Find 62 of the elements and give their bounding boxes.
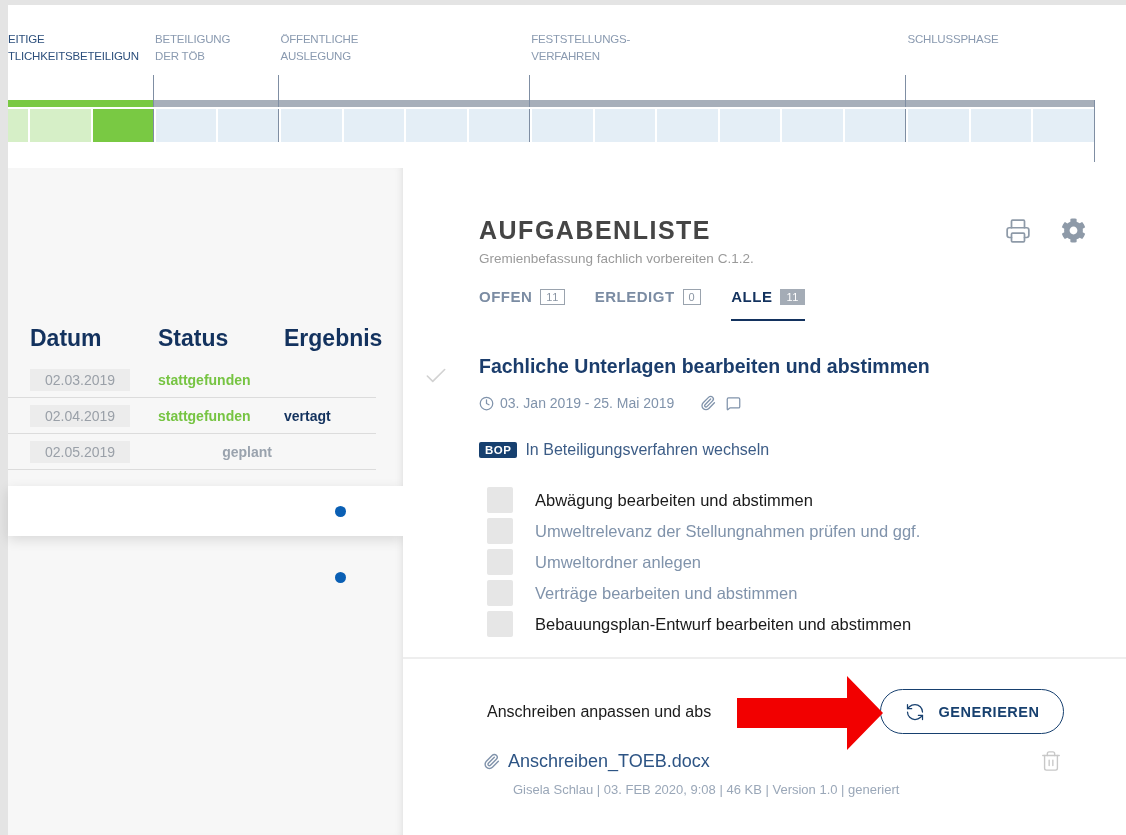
timeline-step xyxy=(156,109,217,142)
status-cell-text: geplant xyxy=(221,443,272,460)
file-link[interactable]: Anschreiben_TOEB.docx xyxy=(508,750,710,772)
checklist-label: Verträge bearbeiten und abstimmen xyxy=(535,583,798,603)
checkbox[interactable] xyxy=(487,611,513,637)
refresh-icon xyxy=(904,701,925,722)
timeline-step xyxy=(406,109,467,142)
task-title: Fachliche Unterlagen bearbeiten und abstimmen xyxy=(479,354,930,378)
checklist-label: Umweltrelevanz der Stellungnahmen prüfen und ggf. xyxy=(535,521,921,541)
timeline-step xyxy=(343,109,405,142)
column-header: Ergebnis xyxy=(284,325,384,352)
file-meta: Gisela Schlau | 03. FEB 2020, 9:08 | 46 KB | Version 1.0 | generiert xyxy=(513,782,901,797)
checklist-label: Umweltordner anlegen xyxy=(535,552,701,572)
delete-icon[interactable] xyxy=(1040,750,1062,772)
print-icon[interactable] xyxy=(1005,217,1031,244)
date-cell: 02.04.2019 xyxy=(30,404,130,427)
filter-tab[interactable]: ERLEDIGT 0 xyxy=(594,282,702,321)
timeline-step xyxy=(1033,109,1094,142)
comment-icon[interactable] xyxy=(726,395,742,411)
paperclip-icon xyxy=(483,752,500,770)
checklist-label: Bebauungsplan-Entwurf bearbeiten und abstimmen xyxy=(535,614,912,634)
phase-label[interactable]: FESTSTELLUNGS- VERFAHREN xyxy=(529,31,906,71)
status-cell-text: stattgefunden xyxy=(158,371,252,388)
paperclip-icon[interactable] xyxy=(700,395,717,411)
timeline-step xyxy=(719,109,781,142)
timeline-step xyxy=(908,109,969,142)
phase-label[interactable]: EITIGE TLICHKEITSBETEILIGUN xyxy=(8,31,154,71)
phase-label[interactable]: BETEILIGUNG DER TÖB xyxy=(153,31,279,71)
panel-title: AUFGABENLISTE xyxy=(479,216,711,245)
column-header: Status xyxy=(158,325,230,352)
timeline-step xyxy=(657,109,718,142)
status-dot xyxy=(335,505,346,517)
timeline-step xyxy=(468,109,530,142)
panel-subtitle: Gremienbefassung fachlich vorbereiten C.1.2. xyxy=(479,251,755,266)
timeline-step xyxy=(844,109,906,142)
phase-label[interactable]: SCHLUSSPHASE xyxy=(905,31,1094,71)
phase-label[interactable]: ÖFFENTLICHE AUSLEGUNG xyxy=(278,31,530,71)
date-cell: 02.05.2019 xyxy=(30,440,130,463)
result-cell-text: vertagt xyxy=(284,407,332,424)
list-row[interactable] xyxy=(8,486,403,536)
timeline-step xyxy=(92,109,154,142)
filter-tab[interactable]: ALLE 11 xyxy=(731,282,805,321)
letter-label: Anschreiben anpassen und abs xyxy=(487,702,712,721)
timeline-step xyxy=(281,109,342,142)
generate-button[interactable]: GENERIEREN xyxy=(880,689,1064,734)
status-cell-text: stattgefunden xyxy=(158,407,252,424)
action-link[interactable]: In Beteiligungsverfahren wechseln xyxy=(525,441,770,459)
column-header: Datum xyxy=(30,325,103,352)
timeline-step xyxy=(970,109,1032,142)
bop-badge: BOP xyxy=(479,442,518,458)
checkbox[interactable] xyxy=(487,487,513,513)
timeline-step xyxy=(594,109,656,142)
task-dates: 03. Jan 2019 - 25. Mai 2019 xyxy=(500,395,675,411)
clock-icon xyxy=(479,395,494,411)
status-dot xyxy=(335,571,346,583)
timeline-step xyxy=(782,109,843,142)
timeline-step xyxy=(532,109,593,142)
checklist-label: Abwägung bearbeiten und abstimmen xyxy=(535,490,813,510)
filter-tab[interactable]: OFFEN 11 xyxy=(479,282,565,321)
timeline-step xyxy=(218,109,279,142)
date-cell: 02.03.2019 xyxy=(30,368,130,391)
settings-icon[interactable] xyxy=(1061,217,1086,244)
